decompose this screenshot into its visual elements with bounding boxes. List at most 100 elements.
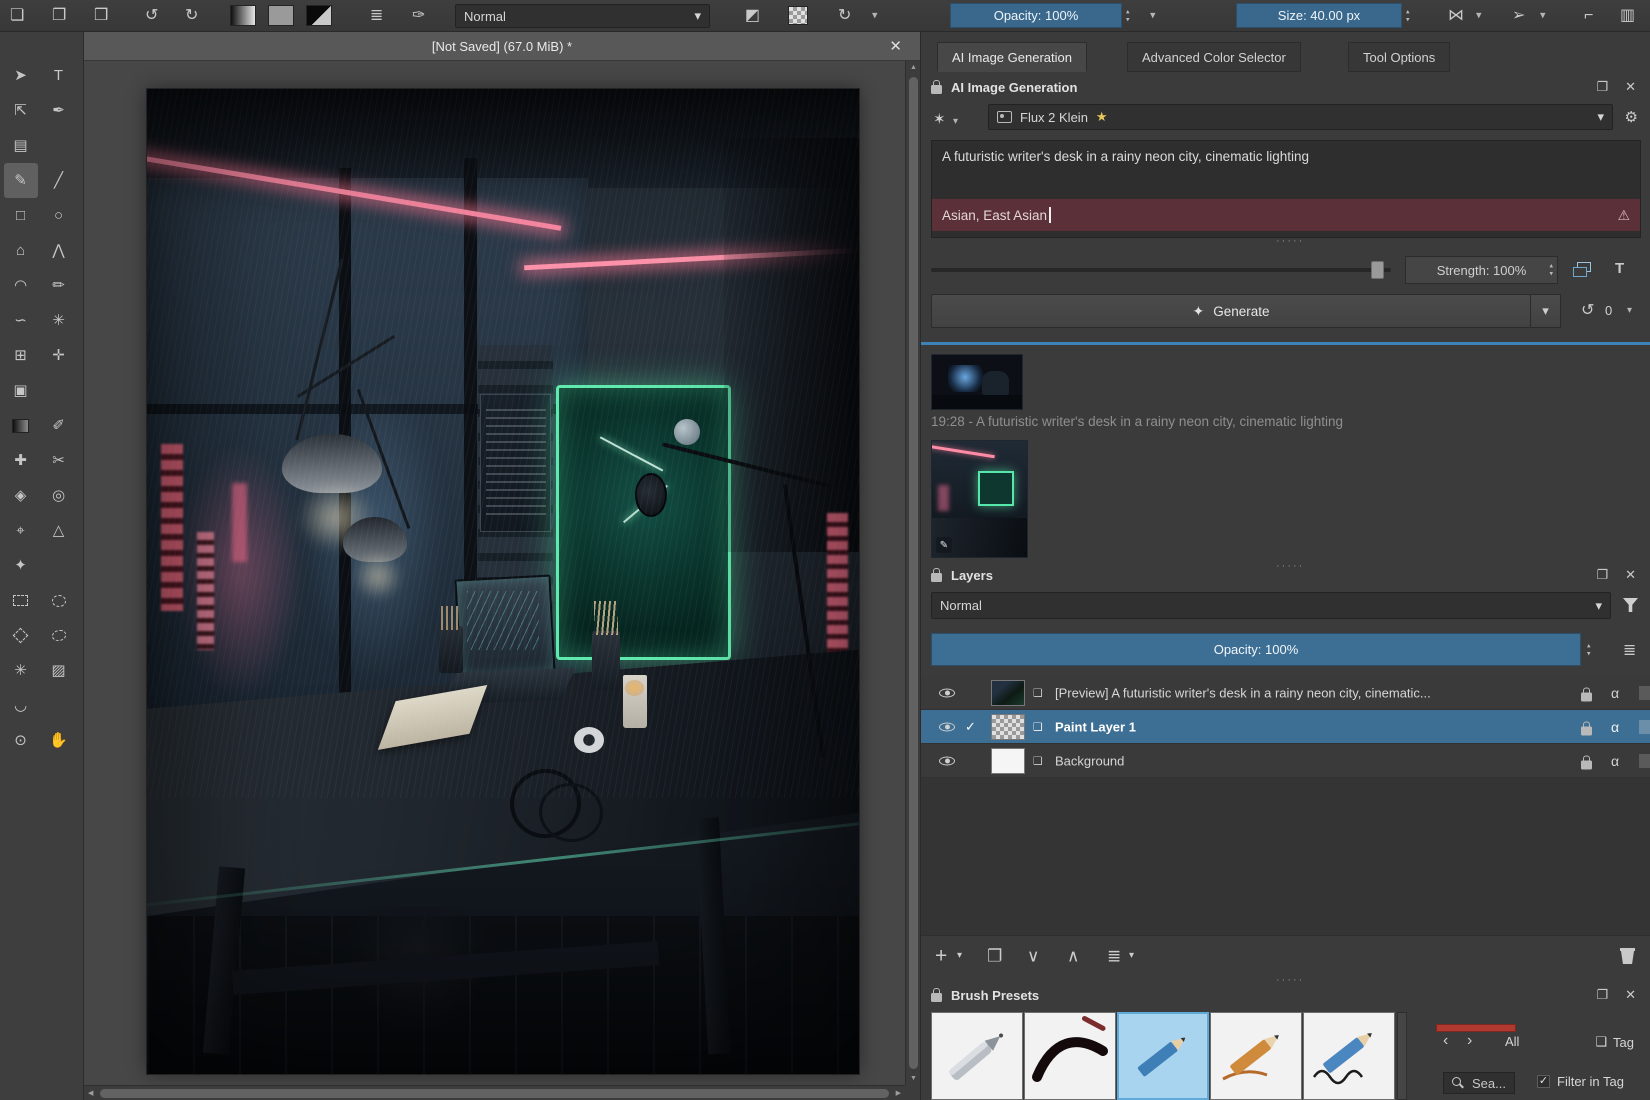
chevron-down-icon[interactable]: ▾ <box>1627 305 1632 316</box>
tag-button[interactable]: ❑ Tag <box>1595 1030 1634 1054</box>
generate-options-button[interactable]: ▾ <box>1531 294 1561 328</box>
brush-preset-5[interactable] <box>1303 1012 1395 1100</box>
snap-settings-icon[interactable]: ⌐ <box>1584 8 1593 24</box>
new-document-icon[interactable]: ❏ <box>10 8 24 24</box>
layer-row-preview[interactable]: ❏ [Preview] A futuristic writer's desk i… <box>921 676 1650 710</box>
fill-tool[interactable]: ◈ <box>4 478 38 513</box>
crop-tool[interactable]: ▣ <box>4 373 38 408</box>
layers-menu-icon[interactable]: ≣ <box>1623 640 1636 660</box>
next-tag-icon[interactable]: › <box>1467 1032 1472 1050</box>
docker-lock-icon[interactable] <box>931 993 942 1002</box>
reference-images-tool[interactable]: ✦ <box>4 548 38 583</box>
enclose-fill-tool[interactable]: ◎ <box>42 478 76 513</box>
chevron-down-icon[interactable]: ▾ <box>1540 10 1546 21</box>
smart-patch-tool[interactable]: ✂ <box>42 443 76 478</box>
text-layer-icon[interactable]: T <box>1615 260 1624 277</box>
layer-opacity-spinner[interactable]: ▴ ▾ <box>1587 643 1591 658</box>
preserve-alpha-icon[interactable] <box>788 6 808 25</box>
float-docker-icon[interactable]: ❐ <box>1596 567 1608 583</box>
brush-preset-4[interactable] <box>1210 1012 1302 1100</box>
move-layer-down-button[interactable]: ∨ <box>1027 947 1039 964</box>
tag-current-value[interactable]: All <box>1505 1034 1519 1049</box>
float-docker-icon[interactable]: ❐ <box>1596 79 1608 95</box>
line-tool[interactable]: ╱ <box>42 163 76 198</box>
layer-lock-icon[interactable] <box>1581 726 1592 735</box>
history-thumbnail-1[interactable] <box>931 354 1023 410</box>
duplicate-layer-button[interactable]: ❐ <box>987 947 1002 964</box>
transform-tool[interactable]: ⊞ <box>4 338 38 373</box>
edit-shapes-tool[interactable]: ⇱ <box>4 93 38 128</box>
close-docker-icon[interactable]: ✕ <box>1625 79 1636 95</box>
edit-brush-settings-icon[interactable]: ✑ <box>412 8 425 24</box>
assistants-tool[interactable]: ⌖ <box>4 513 38 548</box>
negative-prompt-line[interactable]: Asian, East Asian ⚠ <box>932 199 1640 231</box>
close-docker-icon[interactable]: ✕ <box>1625 567 1636 583</box>
settings-gear-icon[interactable]: ⚙ <box>1625 108 1638 126</box>
prompt-textarea[interactable]: A futuristic writer's desk in a rainy ne… <box>931 140 1641 238</box>
strength-slider-track[interactable] <box>931 268 1391 272</box>
strength-spinner[interactable]: ▴ ▾ <box>1549 263 1553 278</box>
size-spinner[interactable]: ▴ ▾ <box>1406 8 1410 23</box>
document-tab[interactable]: [Not Saved] (67.0 MiB) * ✕ <box>84 32 920 61</box>
scroll-right-icon[interactable]: ▶ <box>896 1089 901 1097</box>
chevron-down-icon[interactable]: ▾ <box>957 951 962 961</box>
pattern-swatch[interactable] <box>268 5 294 26</box>
opacity-slider[interactable]: Opacity: 100% <box>950 3 1122 28</box>
alpha-lock-icon[interactable]: α <box>1611 685 1619 701</box>
alpha-lock-icon[interactable]: α <box>1611 753 1619 769</box>
brush-preset-1[interactable] <box>931 1012 1023 1100</box>
edit-badge[interactable]: ✎ <box>936 537 952 553</box>
docker-lock-icon[interactable] <box>931 573 942 582</box>
layer-properties-button[interactable]: ≣ <box>1107 947 1121 964</box>
vertical-scrollbar[interactable]: ▲ ▼ <box>905 61 920 1085</box>
wrap-around-icon[interactable]: ➢ <box>1512 8 1525 24</box>
layer-row-background[interactable]: ❏ Background α <box>921 744 1650 778</box>
background-color-swatch[interactable] <box>306 5 332 26</box>
rectangle-tool[interactable]: □ <box>4 198 38 233</box>
freehand-brush-tool[interactable]: ✎ <box>4 163 38 198</box>
alpha-lock-icon[interactable]: α <box>1611 719 1619 735</box>
scroll-up-icon[interactable]: ▲ <box>910 64 917 71</box>
measure-tool[interactable]: △ <box>42 513 76 548</box>
rectangular-select-tool[interactable] <box>4 583 38 618</box>
text-tool[interactable]: T <box>42 58 76 93</box>
freehand-select-tool[interactable] <box>42 618 76 653</box>
chevron-down-icon[interactable]: ▾ <box>1476 10 1482 21</box>
strength-spinbox[interactable]: Strength: 100% ▴ ▾ <box>1405 256 1558 284</box>
pan-tool[interactable]: ✋ <box>42 723 76 758</box>
style-wand-icon[interactable]: ✶ <box>933 110 946 128</box>
brush-presets-icon[interactable]: ≣ <box>370 8 383 24</box>
gradient-swatch[interactable] <box>230 5 256 26</box>
visibility-eye-icon[interactable] <box>939 686 955 699</box>
model-select[interactable]: Flux 2 Klein ★ ▾ <box>988 104 1613 130</box>
gradient-tool[interactable] <box>4 408 38 443</box>
chevron-down-icon[interactable]: ▾ <box>1129 951 1134 961</box>
redo-icon[interactable]: ↻ <box>185 8 198 24</box>
brush-grid-scrollbar[interactable] <box>1397 1012 1407 1100</box>
favorite-star-icon[interactable]: ★ <box>1096 109 1108 125</box>
layer-opacity-slider[interactable]: Opacity: 100% <box>931 633 1581 666</box>
layer-row-paint-layer-1[interactable]: ✓ ❏ Paint Layer 1 α <box>921 710 1650 744</box>
layer-lock-icon[interactable] <box>1581 760 1592 769</box>
layer-blend-mode-select[interactable]: Normal ▾ <box>931 592 1611 619</box>
move-layer-up-button[interactable]: ∧ <box>1067 947 1079 964</box>
magnetic-select-tool[interactable]: ▨ <box>42 653 76 688</box>
bezier-select-tool[interactable]: ◡ <box>4 688 38 723</box>
layer-filter-icon[interactable] <box>1623 598 1638 612</box>
clipped-layer-icon[interactable] <box>1639 686 1650 700</box>
select-shapes-tool[interactable]: ➤ <box>4 58 38 93</box>
eraser-mode-icon[interactable]: ◩ <box>745 8 760 24</box>
similar-color-select-tool[interactable]: ✳ <box>4 653 38 688</box>
polyline-tool[interactable]: ⋀ <box>42 233 76 268</box>
mirror-horizontal-icon[interactable]: ⋈ <box>1448 8 1464 24</box>
move-tool[interactable]: ✛ <box>42 338 76 373</box>
docker-lock-icon[interactable] <box>931 85 942 94</box>
freehand-path-tool[interactable]: ✏ <box>42 268 76 303</box>
canvas-artwork[interactable] <box>147 89 859 1074</box>
visibility-eye-icon[interactable] <box>939 720 955 733</box>
add-layer-button[interactable]: + <box>935 945 947 966</box>
dynamic-brush-tool[interactable]: ∽ <box>4 303 38 338</box>
scroll-down-icon[interactable]: ▼ <box>910 1075 917 1082</box>
elliptical-select-tool[interactable] <box>42 583 76 618</box>
brush-preset-3[interactable] <box>1117 1012 1209 1100</box>
